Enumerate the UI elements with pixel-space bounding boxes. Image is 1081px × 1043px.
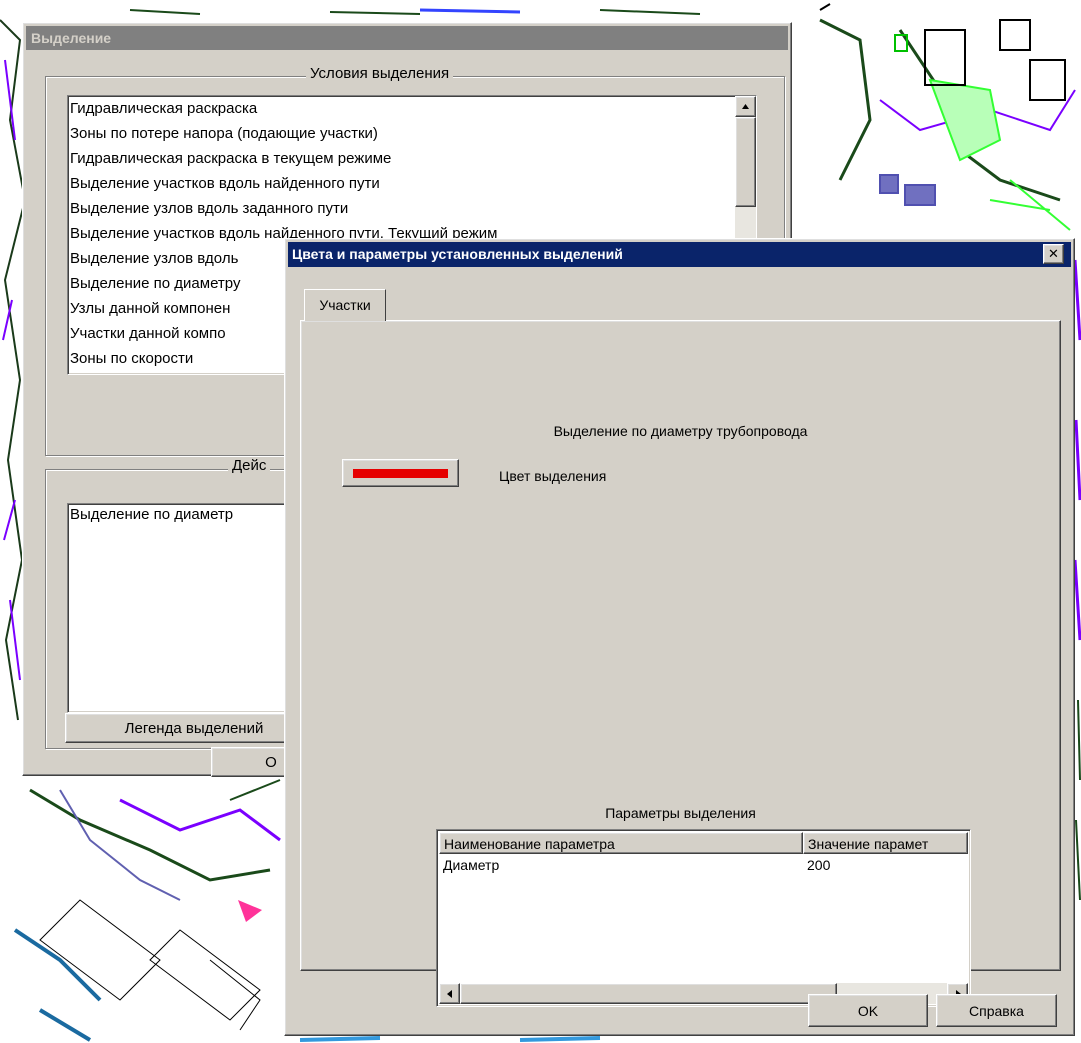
scroll-left-button[interactable] — [439, 983, 460, 1004]
scroll-up-button[interactable] — [735, 96, 756, 117]
selection-dialog-title: Выделение — [26, 26, 788, 50]
conditions-legend: Условия выделения — [306, 65, 454, 82]
color-label: Цвет выделения — [499, 468, 607, 484]
color-swatch — [353, 468, 448, 478]
hscroll-thumb[interactable] — [460, 983, 837, 1004]
arrow-up-icon — [742, 104, 749, 109]
close-icon: ✕ — [1048, 246, 1059, 261]
colors-params-dialog-title: Цвета и параметры установленных выделени… — [288, 242, 1071, 267]
scroll-thumb[interactable] — [735, 117, 756, 207]
help-button[interactable]: Справка — [936, 994, 1057, 1027]
actions-legend: Дейс — [228, 457, 271, 474]
params-table-header: Наименование параметра Значение парамет — [439, 832, 968, 854]
tab-panel: Выделение по диаметру трубопровода Цвет … — [300, 320, 1061, 1007]
condition-item[interactable]: Зоны по потере напора (подающие участки) — [68, 121, 756, 146]
params-title: Параметры выделения — [605, 805, 756, 821]
ok-button[interactable]: OK — [808, 994, 928, 1027]
arrow-left-icon — [446, 989, 452, 998]
selection-type-title: Выделение по диаметру трубопровода — [553, 423, 808, 439]
tab-sections[interactable]: Участки — [304, 289, 386, 321]
colors-params-dialog: Цвета и параметры установленных выделени… — [284, 238, 1075, 1036]
params-table[interactable]: Наименование параметра Значение парамет … — [436, 829, 971, 1007]
condition-item[interactable]: Выделение участков вдоль найденного пути — [68, 171, 756, 196]
condition-item[interactable]: Выделение узлов вдоль заданного пути — [68, 196, 756, 221]
param-value-cell: 200 — [807, 857, 831, 873]
column-header-name[interactable]: Наименование параметра — [439, 832, 803, 854]
condition-item[interactable]: Гидравлическая раскраска — [68, 96, 756, 121]
close-button[interactable]: ✕ — [1043, 244, 1064, 264]
color-picker-button[interactable] — [342, 459, 459, 487]
column-header-value[interactable]: Значение парамет — [803, 832, 968, 854]
table-row[interactable]: Диаметр 200 — [439, 855, 968, 875]
condition-item[interactable]: Гидравлическая раскраска в текущем режим… — [68, 146, 756, 171]
param-name-cell: Диаметр — [443, 857, 500, 873]
